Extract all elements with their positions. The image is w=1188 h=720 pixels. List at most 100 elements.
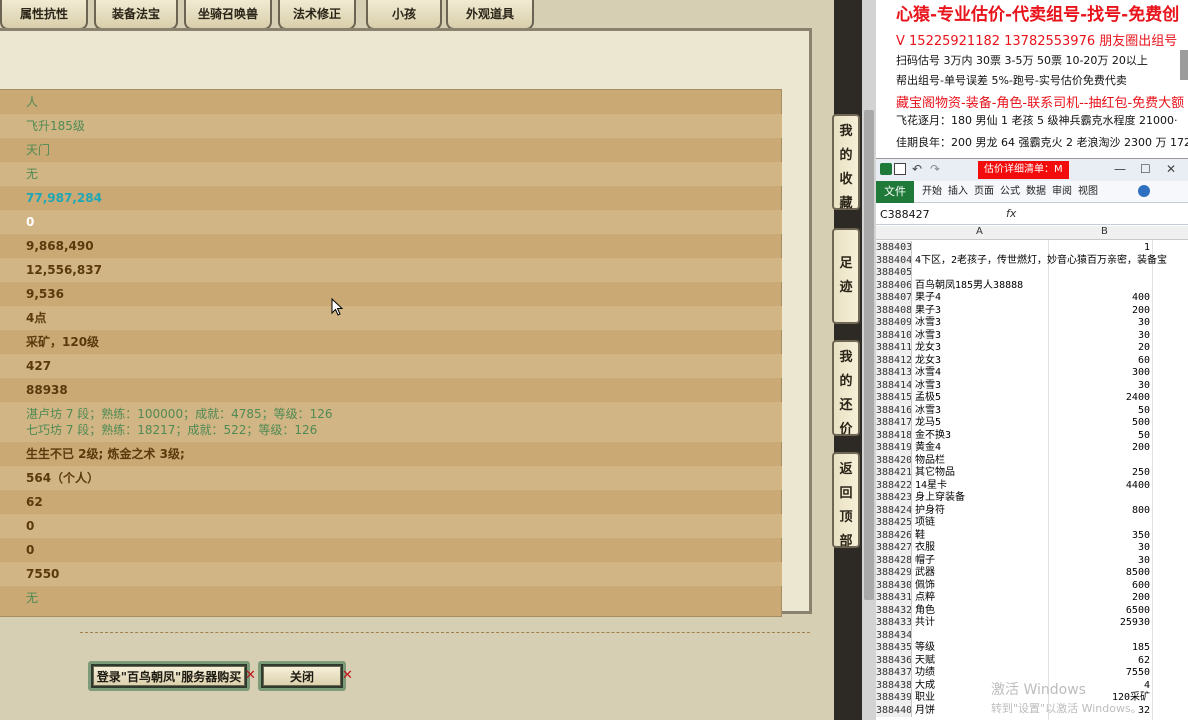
row-number[interactable]: 388404: [876, 253, 912, 267]
tab-appearance-items[interactable]: 外观道具: [446, 0, 534, 30]
sheet-row[interactable]: 388428 帽子 30: [876, 553, 1188, 567]
cell-a[interactable]: 其它物品: [915, 466, 955, 479]
sheet-row[interactable]: 388406 百鸟朝凤185男人38888: [876, 278, 1188, 292]
help-icon[interactable]: [1138, 185, 1150, 197]
cell-b[interactable]: 20: [1046, 341, 1150, 354]
cell-a[interactable]: 角色: [915, 604, 935, 617]
file-tab[interactable]: 文件: [876, 181, 914, 203]
sheet-row[interactable]: 388437 功绩 7550: [876, 666, 1188, 679]
back-to-top-button[interactable]: 返回顶部: [832, 452, 860, 549]
my-bids-button[interactable]: 我的还价: [832, 340, 860, 437]
row-number[interactable]: 388430: [876, 578, 912, 592]
cell-b[interactable]: 8500: [1046, 566, 1150, 579]
cell-a[interactable]: 黄金4: [915, 441, 941, 454]
redo-icon[interactable]: ↷: [930, 162, 940, 176]
row-number[interactable]: 388414: [876, 378, 912, 392]
cell-a[interactable]: 身上穿装备: [915, 491, 965, 504]
cell-a[interactable]: 佩饰: [915, 579, 935, 592]
cell-b[interactable]: 350: [1046, 529, 1150, 542]
row-number[interactable]: 388429: [876, 566, 912, 579]
col-header-b[interactable]: B: [1101, 226, 1108, 237]
ribbon-tab-page[interactable]: 页面: [974, 181, 994, 203]
cell-a[interactable]: 4下区，2老孩子，传世燃灯，妙音心猿百万亲密，装备宝: [915, 254, 1167, 267]
cell-a[interactable]: 护身符: [915, 504, 945, 517]
cell-a[interactable]: 武器: [915, 566, 935, 579]
sheet-row[interactable]: 388431 点粹 200: [876, 591, 1188, 604]
row-number[interactable]: 388427: [876, 541, 912, 554]
sheet-row[interactable]: 388434: [876, 628, 1188, 642]
row-number[interactable]: 388421: [876, 466, 912, 479]
sheet-row[interactable]: 388409 冰雪3 30: [876, 316, 1188, 329]
cell-b[interactable]: 50: [1046, 404, 1150, 417]
footprints-button[interactable]: 足迹: [832, 228, 860, 324]
row-number[interactable]: 388419: [876, 441, 912, 454]
row-number[interactable]: 388439: [876, 691, 912, 704]
cell-a[interactable]: 冰雪4: [915, 366, 941, 379]
cell-b[interactable]: 30: [1046, 541, 1150, 554]
cell-a[interactable]: 冰雪3: [915, 329, 941, 342]
tab-attributes[interactable]: 属性抗性: [0, 0, 88, 30]
sheet-row[interactable]: 388403 1: [876, 241, 1188, 254]
ribbon-tab-formulas[interactable]: 公式: [1000, 181, 1020, 203]
cell-b[interactable]: 50: [1046, 429, 1150, 442]
fx-icon[interactable]: fx: [1006, 207, 1016, 220]
cell-b[interactable]: 30: [1046, 554, 1150, 567]
cell-b[interactable]: 30: [1046, 329, 1150, 342]
row-number[interactable]: 388403: [876, 241, 912, 254]
cell-b[interactable]: 4400: [1046, 479, 1150, 492]
cell-b[interactable]: 200: [1046, 591, 1150, 604]
cell-a[interactable]: 龙女3: [915, 341, 941, 354]
cell-a[interactable]: 物品栏: [915, 454, 945, 467]
row-number[interactable]: 388410: [876, 328, 912, 342]
row-number[interactable]: 388434: [876, 628, 912, 642]
cell-b[interactable]: 2400: [1046, 391, 1150, 404]
sheet-row[interactable]: 388421 其它物品 250: [876, 466, 1188, 479]
row-number[interactable]: 388432: [876, 603, 912, 617]
sheet-row[interactable]: 388416 冰雪3 50: [876, 403, 1188, 417]
cell-b[interactable]: 62: [1046, 654, 1150, 667]
cell-b[interactable]: 25930: [1046, 616, 1150, 629]
sheet-row[interactable]: 388422 14星卡 4400: [876, 478, 1188, 492]
minimize-icon[interactable]: —: [1114, 162, 1126, 176]
window-close-icon[interactable]: ✕: [1166, 162, 1176, 176]
cell-a[interactable]: 冰雪3: [915, 404, 941, 417]
cell-a[interactable]: 大成: [915, 679, 935, 692]
sheet-row[interactable]: 388410 冰雪3 30: [876, 328, 1188, 342]
cell-a[interactable]: 月饼: [915, 704, 935, 717]
row-number[interactable]: 388423: [876, 491, 912, 504]
cell-a[interactable]: 果子3: [915, 304, 941, 317]
row-number[interactable]: 388408: [876, 303, 912, 317]
sheet-row[interactable]: 388430 佩饰 600: [876, 578, 1188, 592]
row-number[interactable]: 388412: [876, 353, 912, 367]
sheet-row[interactable]: 388429 武器 8500: [876, 566, 1188, 579]
name-box[interactable]: C388427: [880, 208, 930, 221]
cell-a[interactable]: 鞋: [915, 529, 925, 542]
sheet-row[interactable]: 388432 角色 6500: [876, 603, 1188, 617]
sheet-row[interactable]: 388418 金不换3 50: [876, 428, 1188, 442]
row-number[interactable]: 388425: [876, 516, 912, 529]
sheet-row[interactable]: 388436 天赋 62: [876, 653, 1188, 667]
cell-b[interactable]: 7550: [1046, 666, 1150, 679]
row-number[interactable]: 388418: [876, 428, 912, 442]
cell-b[interactable]: 300: [1046, 366, 1150, 379]
row-number[interactable]: 388413: [876, 366, 912, 379]
cell-a[interactable]: 点粹: [915, 591, 935, 604]
cell-b[interactable]: 1: [1046, 241, 1150, 254]
sheet-row[interactable]: 388405: [876, 266, 1188, 279]
tab-spell-modifiers[interactable]: 法术修正: [278, 0, 356, 30]
sheet-row[interactable]: 388412 龙女3 60: [876, 353, 1188, 367]
ribbon-tab-insert[interactable]: 插入: [948, 181, 968, 203]
undo-icon[interactable]: ↶: [912, 162, 922, 176]
cell-b[interactable]: 30: [1046, 379, 1150, 392]
page-scrollbar-thumb[interactable]: [864, 110, 874, 600]
tab-equipment[interactable]: 装备法宝: [94, 0, 178, 30]
row-number[interactable]: 388437: [876, 666, 912, 679]
cell-a[interactable]: 功绩: [915, 666, 935, 679]
sheet-row[interactable]: 388420 物品栏: [876, 453, 1188, 467]
ribbon-tab-view[interactable]: 视图: [1078, 181, 1098, 203]
sheet-row[interactable]: 388404 4下区，2老孩子，传世燃灯，妙音心猿百万亲密，装备宝: [876, 253, 1188, 267]
maximize-icon[interactable]: ☐: [1140, 162, 1151, 176]
sheet-row[interactable]: 388413 冰雪4 300: [876, 366, 1188, 379]
row-number[interactable]: 388416: [876, 403, 912, 417]
sheet-row[interactable]: 388407 果子4 400: [876, 291, 1188, 304]
